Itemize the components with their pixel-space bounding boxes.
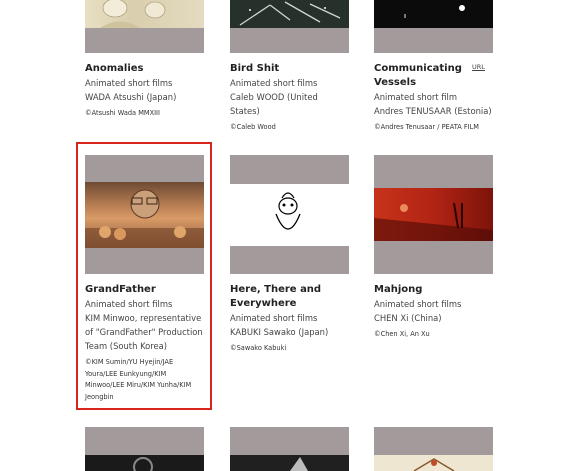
card-category: Animated short films — [374, 299, 462, 309]
card-here-there-everywhere[interactable]: Here, There and Everywhere Animated shor… — [230, 155, 349, 355]
film-still — [230, 184, 349, 246]
card-category: Animated short film — [374, 92, 458, 102]
card-title[interactable]: Mahjong — [374, 283, 493, 297]
film-still — [230, 455, 349, 471]
illustration-branches — [239, 1, 341, 26]
card-title[interactable]: Anomalies — [85, 62, 204, 76]
illustration-dark — [404, 5, 465, 18]
illustration-dark-scene — [290, 457, 308, 471]
card-credit: ©Chen Xi, An Xu — [374, 330, 430, 338]
card-thumbnail[interactable] — [230, 427, 349, 471]
card-mahjong[interactable]: Mahjong Animated short films CHEN Xi (Ch… — [374, 155, 493, 341]
card-creator: Andres TENUSAAR (Estonia) — [374, 106, 492, 116]
film-still — [374, 455, 493, 471]
card-creator: Caleb WOOD (United States) — [230, 92, 318, 116]
card-creator: CHEN Xi (China) — [374, 313, 442, 323]
card-title[interactable]: Communicating Vessels — [374, 62, 462, 90]
card-category: Animated short films — [230, 313, 318, 323]
card-title[interactable]: Here, There and Everywhere — [230, 283, 325, 311]
card-credit: ©Sawako Kabuki — [230, 344, 287, 352]
card-next-1[interactable] — [85, 427, 204, 471]
card-thumbnail[interactable] — [85, 0, 204, 53]
url-link[interactable]: URL — [472, 63, 485, 71]
card-credit: ©Caleb Wood — [230, 123, 276, 131]
film-still — [85, 455, 204, 471]
card-thumbnail[interactable] — [374, 155, 493, 274]
illustration-figure — [275, 192, 301, 230]
card-title[interactable]: Bird Shit — [230, 62, 349, 76]
film-still — [230, 0, 349, 28]
illustration-ornament — [413, 458, 455, 471]
film-still — [85, 0, 204, 28]
card-next-3[interactable] — [374, 427, 493, 471]
illustration-figures — [100, 0, 166, 28]
card-next-2[interactable] — [230, 427, 349, 471]
card-thumbnail[interactable] — [230, 155, 349, 274]
illustration-mahjong — [374, 202, 493, 241]
illustration-gear — [133, 457, 153, 471]
card-thumbnail[interactable] — [230, 0, 349, 53]
selection-highlight — [76, 142, 212, 410]
card-creator: KABUKI Sawako (Japan) — [230, 327, 329, 337]
card-thumbnail[interactable] — [374, 427, 493, 471]
card-thumbnail[interactable] — [85, 427, 204, 471]
card-bird-shit[interactable]: Bird Shit Animated short films Caleb WOO… — [230, 0, 349, 134]
film-still — [374, 188, 493, 241]
card-category: Animated short films — [85, 78, 173, 88]
card-thumbnail[interactable] — [374, 0, 493, 53]
card-anomalies[interactable]: Anomalies Animated short films WADA Atsu… — [85, 0, 204, 120]
card-category: Animated short films — [230, 78, 318, 88]
card-credit: ©Andres Tenusaar / PEATA FILM — [374, 123, 479, 131]
card-creator: WADA Atsushi (Japan) — [85, 92, 177, 102]
film-still — [374, 0, 493, 28]
card-credit: ©Atsushi Wada MMXIII — [85, 109, 160, 117]
